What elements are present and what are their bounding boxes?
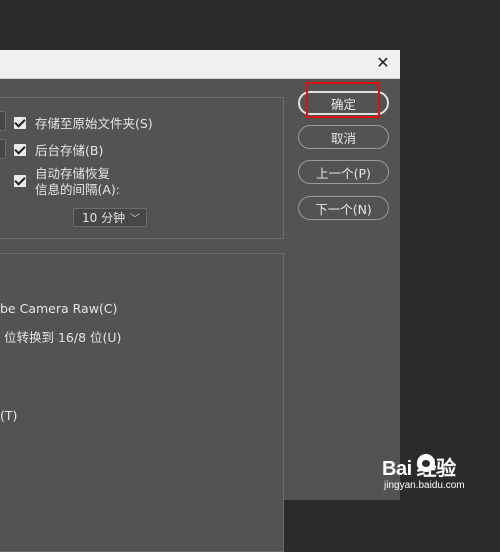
camera-raw-option-label: be Camera Raw(C)	[0, 301, 118, 316]
save-in-original-folder-option[interactable]: 存储至原始文件夹(S)	[14, 113, 153, 132]
preferences-dialog: ✕ 存储至原始文件夹(S) 后台存储(B) 自动存储恢复 信息的间隔(A): 1…	[0, 50, 400, 552]
save-in-original-folder-label: 存储至原始文件夹(S)	[35, 116, 153, 131]
t-option-label: (T)	[0, 408, 18, 423]
next-button[interactable]: 下一个(N)	[298, 196, 389, 220]
watermark-sub: jingyan.baidu.com	[384, 480, 465, 491]
close-icon[interactable]: ✕	[374, 54, 392, 72]
title-bar: ✕	[0, 50, 400, 79]
left-dropdown-stub[interactable]	[0, 111, 6, 131]
auto-save-interval-select[interactable]: 10 分钟 ﹀	[73, 208, 147, 227]
save-in-original-folder-checkbox[interactable]	[14, 116, 26, 129]
ok-button[interactable]: 确定	[298, 91, 389, 115]
auto-save-label-line2: 信息的间隔(A):	[35, 182, 121, 197]
auto-save-option[interactable]: 自动存储恢复 信息的间隔(A):	[14, 166, 120, 198]
auto-save-checkbox[interactable]	[14, 175, 26, 187]
paw-icon	[417, 454, 435, 472]
auto-save-label: 自动存储恢复 信息的间隔(A):	[35, 166, 120, 198]
chevron-down-icon: ﹀	[130, 214, 140, 225]
convert-bit-depth-option-label: 位转换到 16/8 位(U)	[4, 330, 122, 345]
watermark: Bai 经验 jingyan.baidu.com	[382, 452, 500, 500]
auto-save-label-line1: 自动存储恢复	[35, 166, 111, 181]
previous-button[interactable]: 上一个(P)	[298, 160, 389, 184]
background-save-label: 后台存储(B)	[35, 143, 104, 158]
left-dropdown-stub[interactable]	[0, 139, 6, 159]
background-save-option[interactable]: 后台存储(B)	[14, 140, 103, 159]
file-compatibility-group	[0, 253, 284, 552]
background-save-checkbox[interactable]	[14, 143, 26, 156]
cancel-button[interactable]: 取消	[298, 125, 389, 149]
auto-save-interval-value: 10 分钟	[82, 211, 126, 225]
